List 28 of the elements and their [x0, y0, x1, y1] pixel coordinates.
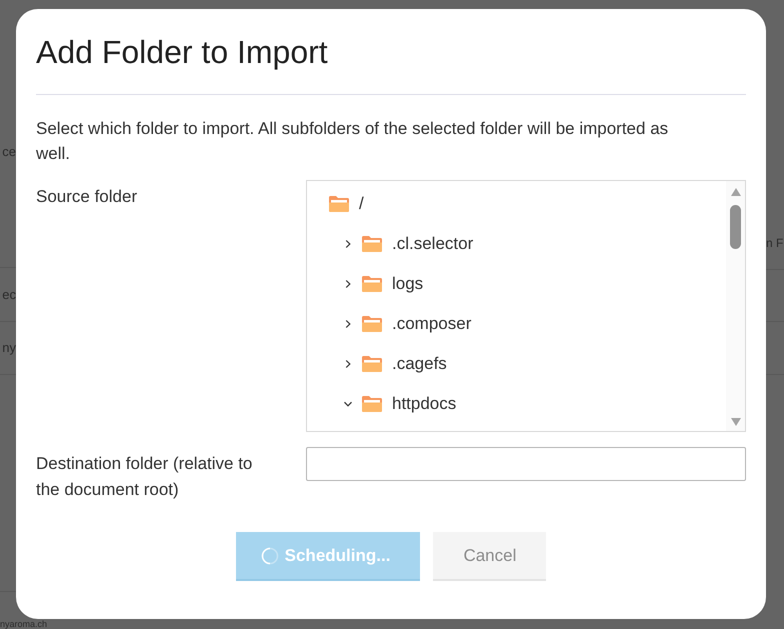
chevron-right-icon[interactable] — [343, 319, 353, 329]
page-text-fragment: ce — [2, 143, 16, 161]
page-text-fragment: nyaroma.ch — [0, 619, 48, 629]
folder-tree-item[interactable]: .cl.selector — [343, 232, 474, 256]
folder-tree-item[interactable]: / — [329, 192, 364, 216]
page-text-fragment: ec — [2, 286, 16, 304]
folder-icon — [362, 236, 382, 252]
destination-folder-input[interactable] — [306, 447, 746, 481]
page-text-fragment: ny — [2, 339, 16, 357]
folder-tree-item[interactable]: logs — [343, 272, 424, 296]
folder-icon — [362, 356, 382, 372]
dialog-description: Select which folder to import. All subfolders of the selected folder will be imported as well. — [36, 118, 670, 165]
chevron-right-icon[interactable] — [343, 239, 353, 249]
chevron-right-icon[interactable] — [343, 359, 353, 369]
chevron-down-icon[interactable] — [343, 399, 353, 409]
dialog-title: Add Folder to Import — [36, 34, 329, 70]
folder-icon — [329, 196, 349, 212]
folder-icon — [362, 396, 382, 412]
source-folder-label: Source folder — [36, 187, 138, 206]
folder-icon — [362, 276, 382, 292]
scrollbar-thumb[interactable] — [730, 205, 741, 249]
destination-folder-label: Destination folder (relative to the document root) — [36, 454, 252, 499]
folder-tree-item[interactable]: .composer — [343, 312, 472, 336]
chevron-right-icon[interactable] — [343, 279, 353, 289]
folder-tree-item[interactable]: httpdocs — [343, 392, 456, 416]
folder-tree-item[interactable]: .cagefs — [343, 352, 447, 376]
folder-icon — [362, 316, 382, 332]
page-text-fragment: n F — [766, 236, 784, 250]
